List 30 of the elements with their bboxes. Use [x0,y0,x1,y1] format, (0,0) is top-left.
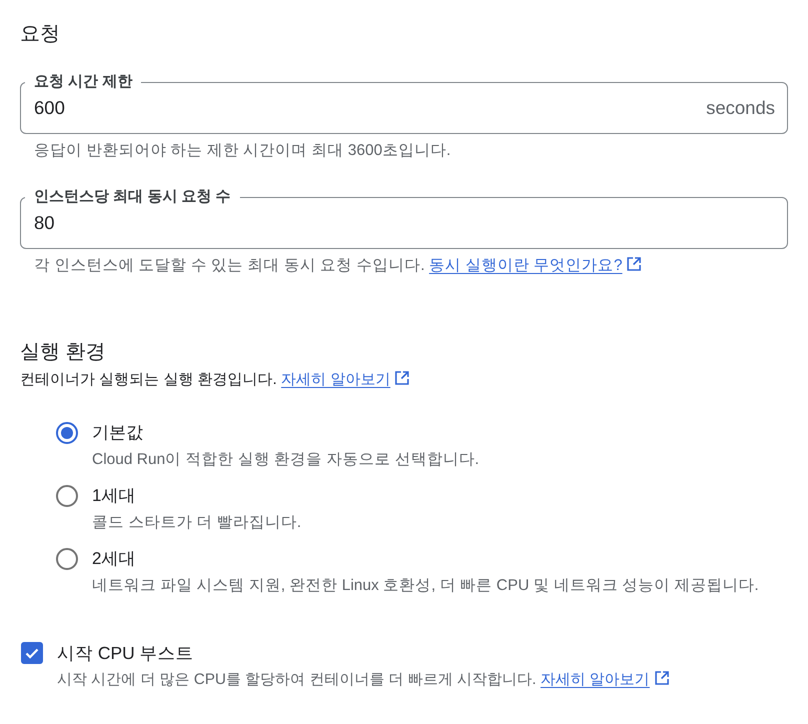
checkbox-description: 시작 시간에 더 많은 CPU를 할당하여 컨테이너를 더 빠르게 시작합니다. 자세히 알아보기 [57,670,788,690]
option-label: 2세대 [92,548,136,570]
external-link-icon [627,257,642,271]
option-description: Cloud Run이 적합한 실행 환경을 자동으로 선택합니다. [92,450,480,470]
help-link[interactable]: 자세히 알아보기 [281,371,410,388]
value-input[interactable]: 600 [25,90,706,126]
help-link[interactable]: 동시 실행이란 무엇인가요? [429,257,642,274]
text-field[interactable]: 요청 시간 제한 600 seconds [20,74,788,134]
section-description: 컨테이너가 실행되는 실행 환경입니다. 자세히 알아보기 [20,370,788,390]
checkbox[interactable] [21,642,43,664]
field-label: 요청 시간 제한 [33,74,134,90]
unit-label: seconds [706,97,775,119]
option-label: 1세대 [92,485,136,507]
external-link-icon [395,371,410,385]
value-input[interactable]: 80 [25,205,775,241]
option-description: 콜드 스타트가 더 빨라집니다. [92,513,302,533]
checkbox-label: 시작 CPU 부스트 [57,642,194,665]
section-heading: 실행 환경 [20,340,107,365]
helper-text: 각 인스턴스에 도달할 수 있는 최대 동시 요청 수입니다. 동시 실행이란 무엇인가요? [34,256,788,276]
radio-button[interactable] [56,548,78,570]
section-heading: 요청 [20,22,61,47]
text-field[interactable]: 인스턴스당 최대 동시 요청 수 80 [20,189,788,249]
help-link[interactable]: 자세히 알아보기 [540,671,669,688]
external-link-icon [654,671,669,685]
option-description: 네트워크 파일 시스템 지원, 완전한 Linux 호환성, 더 빠른 CPU 및 네트워크 성능이 제공됩니다. [92,576,760,596]
radio-button[interactable] [56,485,78,507]
option-label: 기본값 [92,422,143,444]
radio-button[interactable] [56,422,78,444]
helper-text: 응답이 반환되어야 하는 제한 시간이며 최대 3600초입니다. [34,141,452,161]
field-label: 인스턴스당 최대 동시 요청 수 [33,189,232,205]
